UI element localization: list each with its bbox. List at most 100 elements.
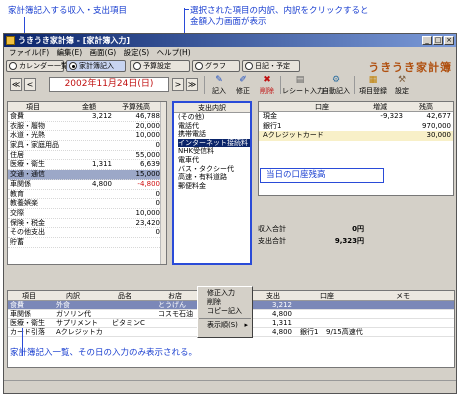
breakdown-item[interactable]: 携帯電話 — [178, 130, 250, 139]
account-row[interactable]: Aクレジットカード 30,000 — [259, 131, 453, 141]
entry-expense: 1,311 — [271, 318, 292, 327]
category-row[interactable]: 交際 10,000 — [8, 209, 166, 219]
pencil-icon: ✎ — [215, 75, 223, 85]
category-remaining: 0 — [155, 141, 160, 150]
category-row[interactable]: 食費 3,212 46,788 — [8, 112, 166, 122]
entry-sub: ガソリン代 — [56, 309, 91, 318]
account-row[interactable]: 現金 -9,323 42,677 — [259, 112, 453, 122]
entry-label: 記入 — [212, 87, 226, 95]
expense-total-label: 支出合計 — [258, 237, 286, 245]
receipt-input-button[interactable]: ▤ レシート入力 — [282, 74, 324, 96]
entry-item: 車関係 — [10, 309, 31, 318]
annotation-breakdown-line2: 金額入力画面が表示 — [190, 17, 267, 27]
maximize-button[interactable]: □ — [433, 36, 443, 45]
category-row[interactable]: 車関係 4,800 -4,800 — [8, 180, 166, 190]
category-row[interactable]: 衣服・履物 20,000 — [8, 122, 166, 132]
account-change: -9,323 — [380, 112, 403, 120]
tab-label: 予算設定 — [143, 62, 171, 70]
auto-entry-button[interactable]: ⚙ 自動記入 — [320, 74, 352, 96]
delete-button[interactable]: ✖ 削除 — [256, 74, 278, 96]
tab-graph[interactable]: グラフ — [192, 60, 240, 72]
category-row[interactable]: 住居 55,000 — [8, 151, 166, 161]
category-name: 車関係 — [10, 179, 31, 188]
category-row[interactable]: 保険・税金 23,420 — [8, 219, 166, 229]
tab-label: カレンダー一覧 — [19, 62, 68, 70]
tab-diary[interactable]: 日記・予定 — [242, 60, 300, 72]
context-sort-order[interactable]: 表示順(S) ▸ — [198, 321, 252, 330]
date-display[interactable]: 2002年11月24日(日) — [49, 77, 169, 92]
breakdown-item[interactable]: 電話代 — [178, 122, 250, 131]
breakdown-item[interactable]: バス・タクシー代 — [178, 165, 250, 174]
auto-entry-icon: ⚙ — [331, 75, 341, 85]
settings-label: 設定 — [395, 87, 409, 95]
edit-label: 修正 — [236, 87, 250, 95]
next-day-button[interactable]: > — [172, 78, 184, 91]
category-name: 交通・通信 — [10, 170, 45, 179]
expense-total: 支出合計 9,323円 — [258, 236, 364, 246]
context-separator — [199, 318, 251, 319]
context-sort-label: 表示順(S) — [207, 321, 238, 329]
menu-edit[interactable]: 編集(E) — [57, 47, 83, 58]
toolbar-separator — [280, 76, 281, 94]
menu-view[interactable]: 画面(G) — [90, 47, 117, 58]
account-row[interactable]: 銀行1 970,000 — [259, 122, 453, 132]
edit-button[interactable]: ✐ 修正 — [232, 74, 254, 96]
next-month-button[interactable]: ≫ — [186, 78, 198, 91]
category-scrollbar[interactable] — [160, 102, 166, 264]
entry-product: ビタミンC — [112, 318, 145, 327]
category-row[interactable]: その他支出 0 — [8, 228, 166, 238]
context-copy-entry[interactable]: コピー記入 — [198, 307, 252, 316]
tab-label: グラフ — [205, 62, 226, 70]
category-row[interactable]: 貯蓄 — [8, 238, 166, 248]
settings-button[interactable]: ⚒ 設定 — [391, 74, 413, 96]
category-remaining: 0 — [155, 228, 160, 237]
breakdown-item[interactable]: 電車代 — [178, 156, 250, 165]
breakdown-item[interactable]: NHK受信料 — [178, 147, 250, 156]
category-rows: 食費 3,212 46,788 衣服・履物 20,000 水道・光熱 10,000 家具・家庭… — [8, 112, 166, 248]
breakdown-item[interactable]: (その他) — [178, 113, 250, 122]
tab-calendar[interactable]: カレンダー一覧 — [6, 60, 68, 72]
breakdown-item[interactable]: 郵便料金 — [178, 182, 250, 191]
title-bar: うきうき家計簿 - [家計簿入力] — [4, 34, 456, 47]
app-icon — [6, 36, 15, 45]
category-row[interactable]: 交通・通信 15,000 — [8, 170, 166, 180]
status-bar — [4, 380, 456, 393]
entry-button[interactable]: ✎ 記入 — [208, 74, 230, 96]
prev-day-button[interactable]: < — [24, 78, 36, 91]
category-remaining: 46,788 — [135, 112, 161, 120]
category-row[interactable]: 教育 0 — [8, 190, 166, 200]
receipt-icon: ▤ — [295, 75, 305, 85]
tab-budget[interactable]: 予算設定 — [130, 60, 190, 72]
context-edit-input[interactable]: 修正入力 — [198, 289, 252, 298]
category-row[interactable]: 教養娯楽 0 — [8, 199, 166, 209]
account-balance: 30,000 — [426, 131, 452, 139]
breakdown-items: (その他) 電話代 携帯電話 インターネット接続料 NHK受信料 電車代 バス・タクシー代高… — [178, 113, 250, 190]
context-delete[interactable]: 削除 — [198, 298, 252, 307]
category-amount: 1,311 — [91, 160, 112, 169]
category-remaining: 55,000 — [135, 150, 161, 159]
prev-month-button[interactable]: ≪ — [10, 78, 22, 91]
category-row[interactable]: 医療・衛生 1,311 6,639 — [8, 160, 166, 171]
entry-item: カード引落 — [10, 327, 45, 336]
close-button[interactable]: × — [444, 36, 454, 45]
category-row[interactable]: 家具・家庭用品 0 — [8, 141, 166, 151]
expense-total-value: 9,323円 — [334, 237, 364, 245]
minimize-button[interactable]: _ — [422, 36, 432, 45]
menu-settings[interactable]: 設定(S) — [124, 47, 150, 58]
radio-icon — [69, 62, 77, 70]
toolbar-separator — [204, 76, 205, 94]
category-row[interactable]: 水道・光熱 10,000 — [8, 131, 166, 142]
menu-file[interactable]: ファイル(F) — [9, 47, 49, 58]
breakdown-item[interactable]: 高速・有料道路 — [178, 173, 250, 182]
entry-expense: 4,800 — [271, 309, 292, 318]
account-name: 現金 — [263, 112, 277, 120]
tab-household-entry[interactable]: 家計簿記入 — [66, 60, 126, 72]
category-name: 交際 — [10, 208, 24, 217]
tab-label: 日記・予定 — [255, 62, 290, 70]
item-register-button[interactable]: ▦ 項目登録 — [357, 74, 389, 96]
auto-entry-label: 自動記入 — [322, 87, 350, 95]
menu-help[interactable]: ヘルプ(H) — [157, 47, 191, 58]
entry-memo: 9/15高速代 — [326, 327, 363, 336]
column-header: 項目 — [22, 292, 36, 300]
radio-icon — [133, 62, 141, 70]
